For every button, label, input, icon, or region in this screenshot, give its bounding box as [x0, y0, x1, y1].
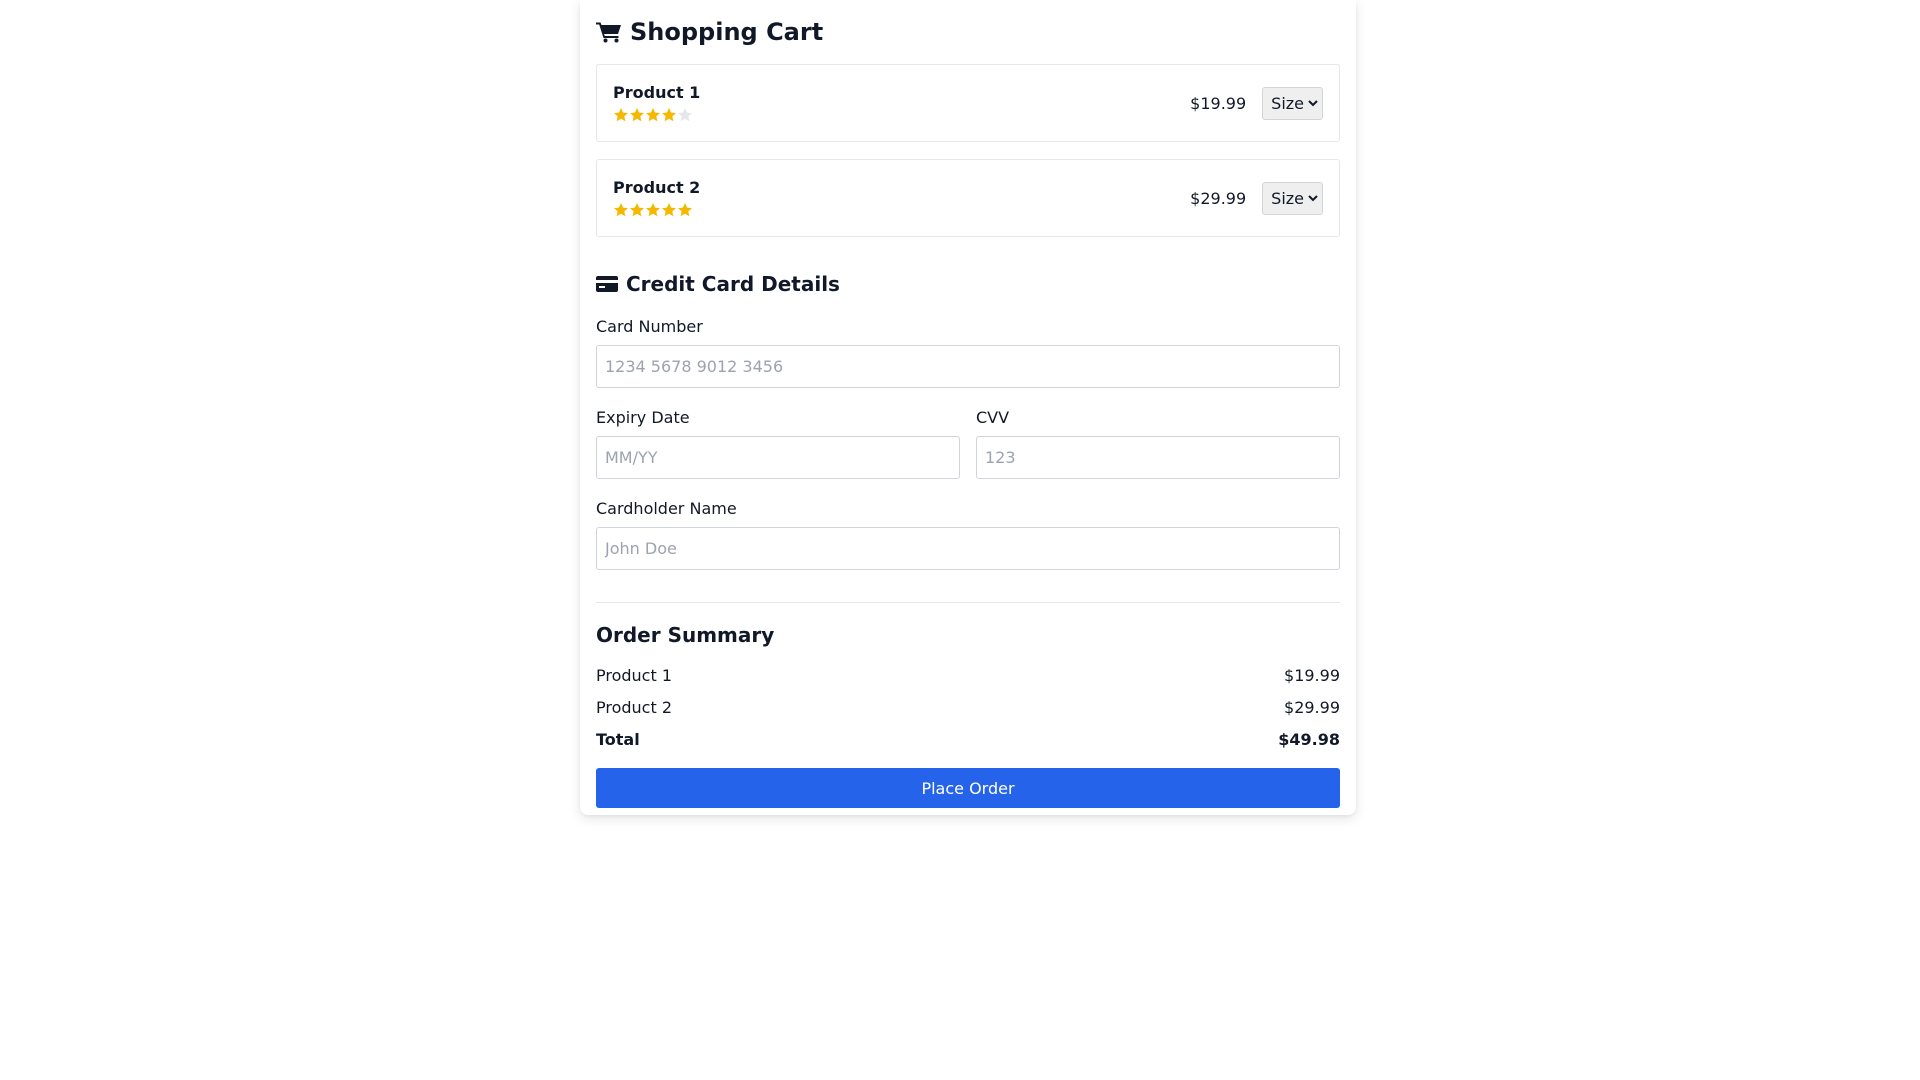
- star-filled-icon: [614, 108, 628, 122]
- star-filled-icon: [662, 203, 676, 217]
- shopping-cart-icon: [596, 22, 621, 43]
- size-select[interactable]: Size: [1262, 86, 1323, 120]
- size-select-label: Size: [1271, 188, 1304, 208]
- cart-item: Product 2 $29.99 Size: [596, 159, 1340, 237]
- checkout-card: Shopping Cart Product 1 $19.99 Size Prod…: [580, 0, 1356, 815]
- product-price: $19.99: [1190, 93, 1247, 113]
- cart-list: Product 1 $19.99 Size Product 2 $29.99 S…: [596, 64, 1340, 237]
- shopping-cart-heading: Shopping Cart: [596, 16, 1340, 48]
- total-amount: $49.98: [1278, 730, 1340, 749]
- order-summary-section: Order Summary Product 1 $19.99 Product 2…: [596, 621, 1340, 808]
- chevron-down-icon: [1308, 100, 1318, 107]
- credit-card-title: Credit Card Details: [626, 272, 840, 296]
- summary-item-amount: $29.99: [1284, 698, 1340, 717]
- total-label: Total: [596, 730, 640, 749]
- star-filled-icon: [630, 203, 644, 217]
- summary-row: Product 2 $29.99: [596, 698, 1340, 718]
- star-filled-icon: [646, 203, 660, 217]
- credit-card-section: Credit Card Details Card Number Expiry D…: [596, 270, 1340, 570]
- star-filled-icon: [614, 203, 628, 217]
- summary-row: Product 1 $19.99: [596, 666, 1340, 686]
- size-select[interactable]: Size: [1262, 181, 1323, 215]
- section-divider: [596, 602, 1340, 603]
- cvv-label: CVV: [976, 408, 1010, 427]
- summary-item-label: Product 1: [596, 666, 673, 685]
- star-filled-icon: [678, 203, 692, 217]
- star-filled-icon: [630, 108, 644, 122]
- expiry-date-label: Expiry Date: [596, 408, 690, 427]
- chevron-down-icon: [1308, 195, 1318, 202]
- card-number-label: Card Number: [596, 317, 703, 336]
- star-filled-icon: [646, 108, 660, 122]
- shopping-cart-title: Shopping Cart: [630, 18, 824, 46]
- product-price: $29.99: [1190, 188, 1247, 208]
- summary-item-label: Product 2: [596, 698, 673, 717]
- cardholder-name-input[interactable]: [596, 527, 1340, 570]
- size-select-label: Size: [1271, 93, 1304, 113]
- product-name: Product 1: [613, 83, 701, 102]
- star-filled-icon: [662, 108, 676, 122]
- summary-item-amount: $19.99: [1284, 666, 1340, 685]
- cart-item: Product 1 $19.99 Size: [596, 64, 1340, 142]
- expiry-date-input[interactable]: [596, 436, 960, 479]
- credit-card-icon: [596, 276, 618, 292]
- star-rating: [613, 202, 700, 218]
- card-number-input[interactable]: [596, 345, 1340, 388]
- cvv-input[interactable]: [976, 436, 1340, 479]
- summary-total-row: Total $49.98: [596, 730, 1340, 750]
- product-name: Product 2: [613, 178, 701, 197]
- star-rating: [613, 107, 700, 123]
- credit-card-heading: Credit Card Details: [596, 270, 1340, 298]
- star-empty-icon: [678, 108, 692, 122]
- cardholder-name-label: Cardholder Name: [596, 499, 737, 518]
- place-order-button[interactable]: Place Order: [596, 768, 1340, 808]
- order-summary-title: Order Summary: [596, 623, 775, 647]
